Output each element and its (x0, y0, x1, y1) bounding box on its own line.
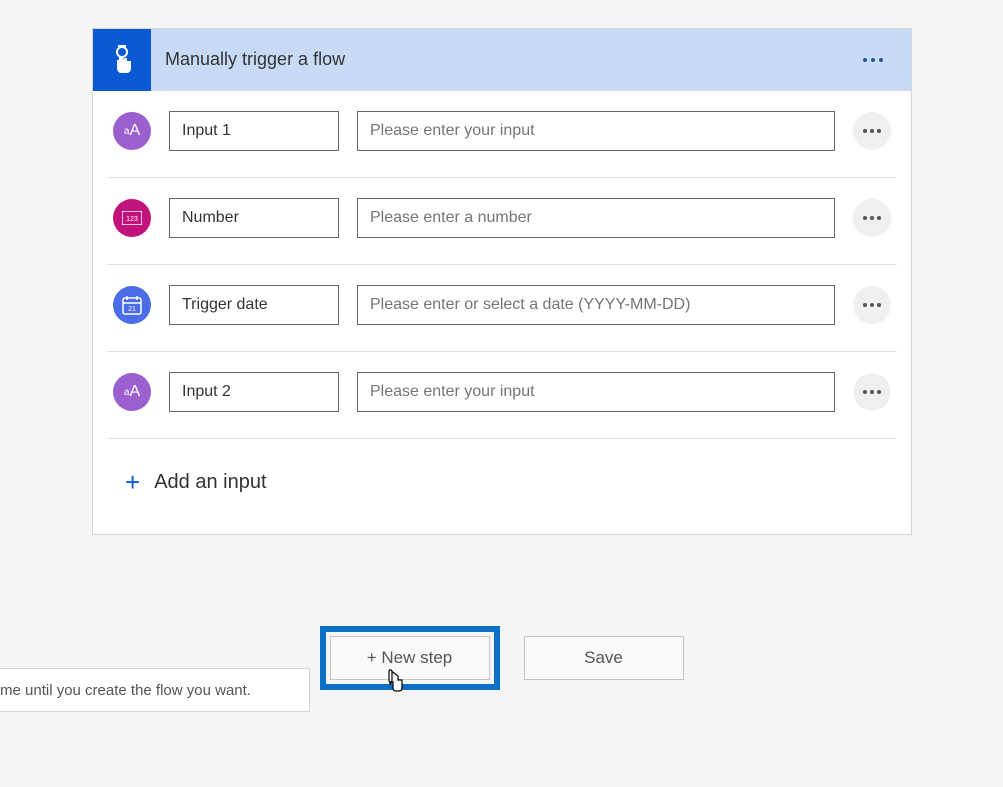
trigger-header[interactable]: Manually trigger a flow (93, 29, 911, 91)
input-row: 21 (107, 265, 897, 352)
input-menu-button[interactable] (853, 286, 891, 324)
input-name-field[interactable] (169, 198, 339, 238)
input-description-field[interactable] (357, 111, 835, 151)
svg-text:21: 21 (128, 306, 136, 313)
manual-trigger-icon (93, 29, 151, 91)
input-description-field[interactable] (357, 285, 835, 325)
input-row: aA (107, 91, 897, 178)
input-menu-button[interactable] (853, 112, 891, 150)
input-row: 123 (107, 178, 897, 265)
svg-text:123: 123 (126, 216, 138, 223)
new-step-highlight: + New step (320, 626, 500, 690)
trigger-menu-button[interactable] (855, 42, 891, 78)
save-button[interactable]: Save (524, 636, 684, 680)
date-input-icon: 21 (113, 286, 151, 324)
trigger-card: Manually trigger a flow aA 123 (92, 28, 912, 535)
input-row: aA (107, 352, 897, 439)
add-input-button[interactable]: + Add an input (107, 439, 897, 534)
input-menu-button[interactable] (853, 373, 891, 411)
input-menu-button[interactable] (853, 199, 891, 237)
plus-icon: + (125, 467, 140, 498)
text-input-icon: aA (113, 373, 151, 411)
input-description-field[interactable] (357, 372, 835, 412)
trigger-title: Manually trigger a flow (165, 49, 911, 70)
hint-tooltip: me until you create the flow you want. (0, 668, 310, 712)
input-name-field[interactable] (169, 285, 339, 325)
hint-text: me until you create the flow you want. (0, 682, 251, 699)
input-description-field[interactable] (357, 198, 835, 238)
new-step-button[interactable]: + New step (330, 636, 490, 680)
inputs-list: aA 123 (93, 91, 911, 534)
add-input-label: Add an input (154, 471, 266, 494)
text-input-icon: aA (113, 112, 151, 150)
action-buttons-row: + New step Save (320, 626, 684, 690)
input-name-field[interactable] (169, 111, 339, 151)
input-name-field[interactable] (169, 372, 339, 412)
number-input-icon: 123 (113, 199, 151, 237)
